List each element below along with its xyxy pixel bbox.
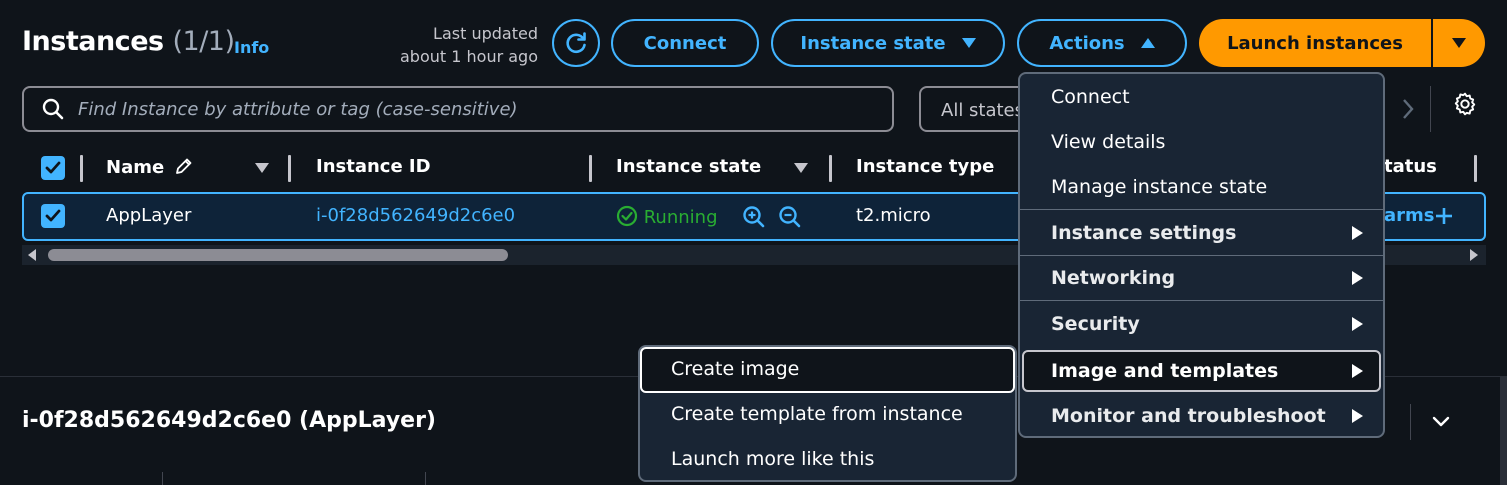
instance-id-link[interactable]: i-0f28d562649d2c6e0 [316, 205, 515, 226]
caret-down-icon [1452, 38, 1466, 48]
info-link[interactable]: Info [234, 38, 269, 57]
instance-count: (1/1) [172, 26, 235, 57]
column-divider [288, 155, 291, 182]
divider [1410, 404, 1411, 440]
gear-icon[interactable] [1452, 91, 1478, 117]
instance-state-button[interactable]: Instance state [771, 19, 1005, 67]
launch-instances-button[interactable]: Launch instances [1199, 19, 1431, 67]
column-header-instance-type[interactable]: Instance type [856, 156, 994, 177]
menu-item-connect[interactable]: Connect [1020, 86, 1383, 108]
menu-divider [1020, 255, 1383, 256]
checkmark-icon [45, 161, 61, 174]
instance-state-button-label: Instance state [800, 32, 946, 54]
page-title-text: Instances [22, 26, 164, 57]
chevron-down-icon[interactable] [1430, 410, 1452, 432]
actions-button[interactable]: Actions [1017, 19, 1187, 67]
submenu-item-create-template[interactable]: Create template from instance [671, 403, 963, 425]
caret-up-icon [1140, 38, 1155, 48]
last-updated: Last updated about 1 hour ago [380, 22, 538, 68]
zoom-in-icon[interactable] [742, 205, 766, 229]
chevron-right-icon[interactable] [1398, 92, 1418, 126]
checkmark-icon [45, 209, 61, 222]
running-label: Running [643, 207, 718, 228]
menu-item-instance-settings[interactable]: Instance settings [1020, 222, 1383, 244]
divider [1430, 86, 1431, 132]
menu-item-view-details[interactable]: View details [1020, 131, 1383, 153]
column-divider [589, 155, 592, 182]
column-header-name[interactable]: Name [106, 156, 194, 178]
search-icon [42, 98, 64, 120]
submenu-item-create-image[interactable]: Create image [671, 358, 799, 380]
sort-icon[interactable] [255, 163, 269, 173]
check-circle-icon [616, 205, 638, 227]
instance-type: t2.micro [856, 205, 931, 226]
connect-button-label: Connect [643, 32, 727, 54]
edit-icon [176, 158, 192, 174]
menu-item-manage-instance-state[interactable]: Manage instance state [1020, 176, 1383, 198]
column-divider [829, 155, 832, 182]
menu-item-security[interactable]: Security [1020, 313, 1383, 335]
submenu-arrow-icon [1352, 364, 1363, 378]
connect-button[interactable]: Connect [611, 19, 759, 67]
alarms-link[interactable]: arms [1384, 205, 1435, 226]
divider [162, 472, 163, 485]
vertical-scrollbar[interactable] [1500, 376, 1507, 485]
submenu-arrow-icon [1352, 271, 1363, 285]
menu-item-networking[interactable]: Networking [1020, 267, 1383, 289]
image-templates-submenu: Create image Create template from instan… [638, 345, 1017, 482]
select-all-checkbox[interactable] [41, 156, 65, 180]
page-title: Instances (1/1) [22, 26, 235, 57]
sort-icon[interactable] [794, 163, 808, 173]
column-header-status[interactable]: tatus [1384, 156, 1437, 177]
actions-menu: Connect View details Manage instance sta… [1018, 72, 1385, 438]
column-divider [1474, 155, 1477, 182]
instance-state-status: Running [616, 205, 718, 228]
refresh-icon [566, 32, 586, 54]
instance-name: AppLayer [106, 205, 192, 226]
launch-instances-label: Launch instances [1227, 32, 1403, 54]
last-updated-label: Last updated [433, 24, 538, 43]
submenu-arrow-icon [1352, 317, 1363, 331]
scrollbar-thumb[interactable] [48, 249, 508, 261]
search-input[interactable]: Find Instance by attribute or tag (case-… [22, 86, 894, 132]
column-header-name-label: Name [106, 157, 165, 178]
column-divider [80, 155, 83, 182]
column-header-instance-id[interactable]: Instance ID [316, 156, 431, 177]
zoom-out-icon[interactable] [778, 205, 802, 229]
last-updated-time: about 1 hour ago [400, 47, 538, 66]
column-header-instance-state[interactable]: Instance state [616, 156, 761, 177]
scroll-right-icon[interactable] [1470, 249, 1478, 261]
detail-title: i-0f28d562649d2c6e0 (AppLayer) [22, 408, 436, 433]
menu-item-monitor-and-troubleshoot[interactable]: Monitor and troubleshoot [1020, 405, 1383, 427]
divider [425, 472, 426, 485]
submenu-arrow-icon [1352, 409, 1363, 423]
search-placeholder: Find Instance by attribute or tag (case-… [78, 98, 518, 120]
submenu-arrow-icon [1352, 226, 1363, 240]
refresh-button[interactable] [552, 19, 600, 67]
actions-button-label: Actions [1049, 32, 1125, 54]
launch-options-button[interactable] [1433, 19, 1485, 67]
menu-divider [1020, 300, 1383, 301]
scroll-left-icon[interactable] [28, 249, 36, 261]
plus-icon[interactable] [1434, 206, 1454, 226]
row-checkbox[interactable] [41, 204, 65, 228]
menu-item-image-and-templates[interactable]: Image and templates [1020, 360, 1383, 382]
menu-divider [1020, 209, 1383, 210]
submenu-item-launch-more[interactable]: Launch more like this [671, 448, 874, 470]
caret-down-icon [961, 38, 976, 48]
